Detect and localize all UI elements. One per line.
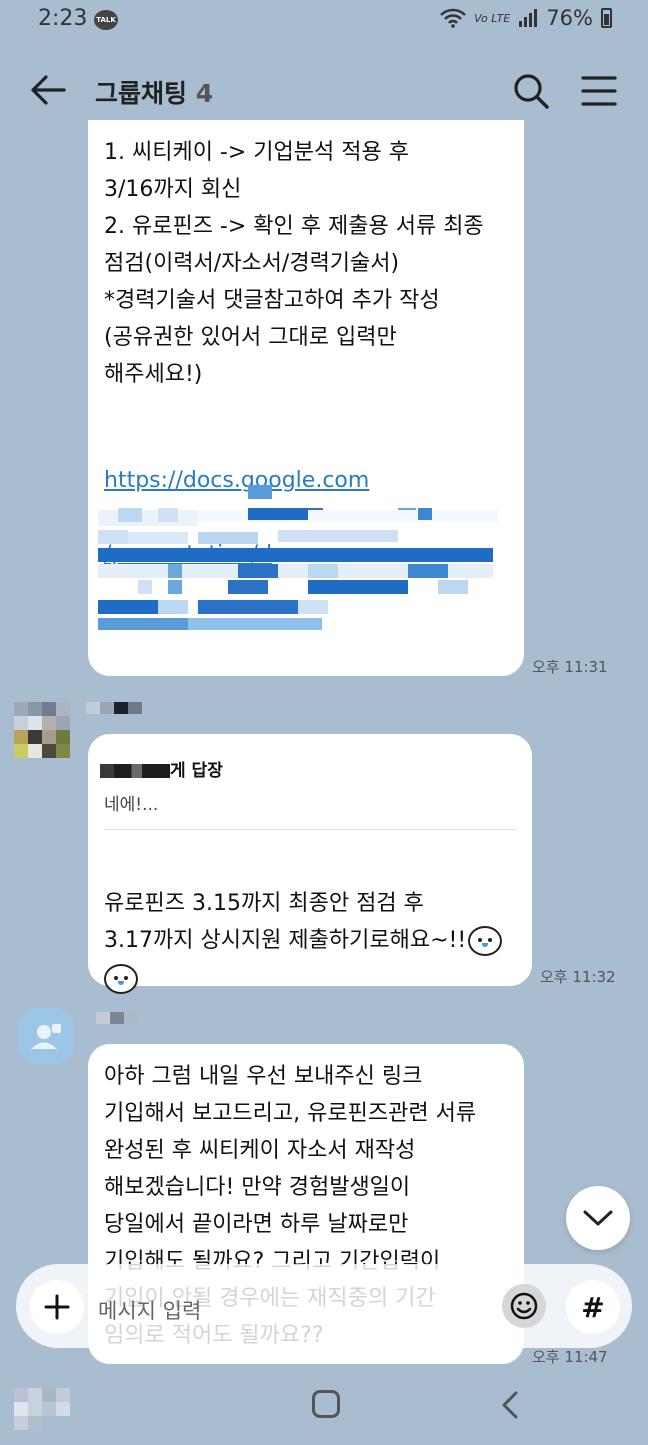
reply-header: 게 답장	[100, 756, 223, 781]
message-bubble[interactable]: 1. 씨티케이 -> 기업분석 적용 후 3/16까지 회신 2. 유로핀즈 -…	[88, 120, 524, 676]
censored-mosaic	[98, 480, 498, 640]
chat-name: 그룹채팅	[95, 79, 188, 108]
battery-icon	[601, 8, 612, 28]
hash-icon: #	[581, 1290, 605, 1324]
message-text: 유로핀즈 3.15까지 최종안 점검 후 3.17까지 상시지원 제출하기로해요…	[104, 848, 524, 996]
message-time: 오후 11:47	[532, 1348, 608, 1366]
avatar[interactable]	[14, 702, 70, 758]
member-count: 4	[195, 79, 214, 108]
chevron-down-icon	[583, 1210, 613, 1226]
message-time: 오후 11:32	[540, 968, 616, 986]
plus-icon	[44, 1294, 70, 1320]
reply-divider	[104, 829, 516, 830]
message-time: 오후 11:31	[532, 658, 608, 676]
home-button[interactable]	[312, 1390, 340, 1418]
sender-name-censored	[86, 700, 142, 716]
search-icon[interactable]	[510, 70, 552, 112]
sender-name-censored	[96, 1010, 140, 1026]
signal-icon	[519, 9, 538, 27]
message-text: 1. 씨티케이 -> 기업분석 적용 후 3/16까지 회신 2. 유로핀즈 -…	[104, 140, 484, 387]
avatar[interactable]	[14, 1388, 70, 1445]
battery-percent: 76%	[546, 6, 593, 30]
message-input[interactable]: 메시지 입력	[98, 1295, 201, 1325]
reply-target-censored	[100, 764, 170, 778]
attach-button[interactable]	[30, 1280, 84, 1334]
wifi-icon	[440, 8, 467, 28]
message-body: 유로핀즈 3.15까지 최종안 점검 후 3.17까지 상시지원 제출하기로해요…	[104, 891, 467, 953]
menu-icon[interactable]	[578, 70, 620, 112]
emoticon-icon	[104, 964, 138, 994]
hashtag-search-button[interactable]: #	[566, 1280, 620, 1334]
status-bar: 2:23 TALK Vo LTE 76%	[0, 0, 648, 44]
scroll-to-bottom-button[interactable]	[566, 1186, 630, 1250]
emoticon-button[interactable]	[502, 1284, 546, 1328]
back-arrow-icon[interactable]	[28, 70, 68, 110]
default-profile-icon	[31, 1024, 61, 1049]
message-bubble[interactable]: 게 답장 네에!... 유로핀즈 3.15까지 최종안 점검 후 3.17까지 …	[88, 734, 532, 994]
reply-quote: 네에!...	[104, 795, 159, 815]
nav-back-icon[interactable]	[496, 1390, 526, 1420]
avatar[interactable]	[18, 1008, 74, 1064]
emoticon-icon	[468, 926, 503, 956]
status-right: Vo LTE 76%	[440, 6, 612, 30]
kakaotalk-notification-icon: TALK	[94, 10, 118, 30]
chat-title: 그룹채팅 4	[95, 74, 213, 110]
volte-label: Vo LTE	[474, 11, 511, 25]
reply-label: 게 답장	[170, 761, 223, 781]
status-time: 2:23	[38, 6, 88, 31]
smiley-icon	[510, 1292, 538, 1320]
